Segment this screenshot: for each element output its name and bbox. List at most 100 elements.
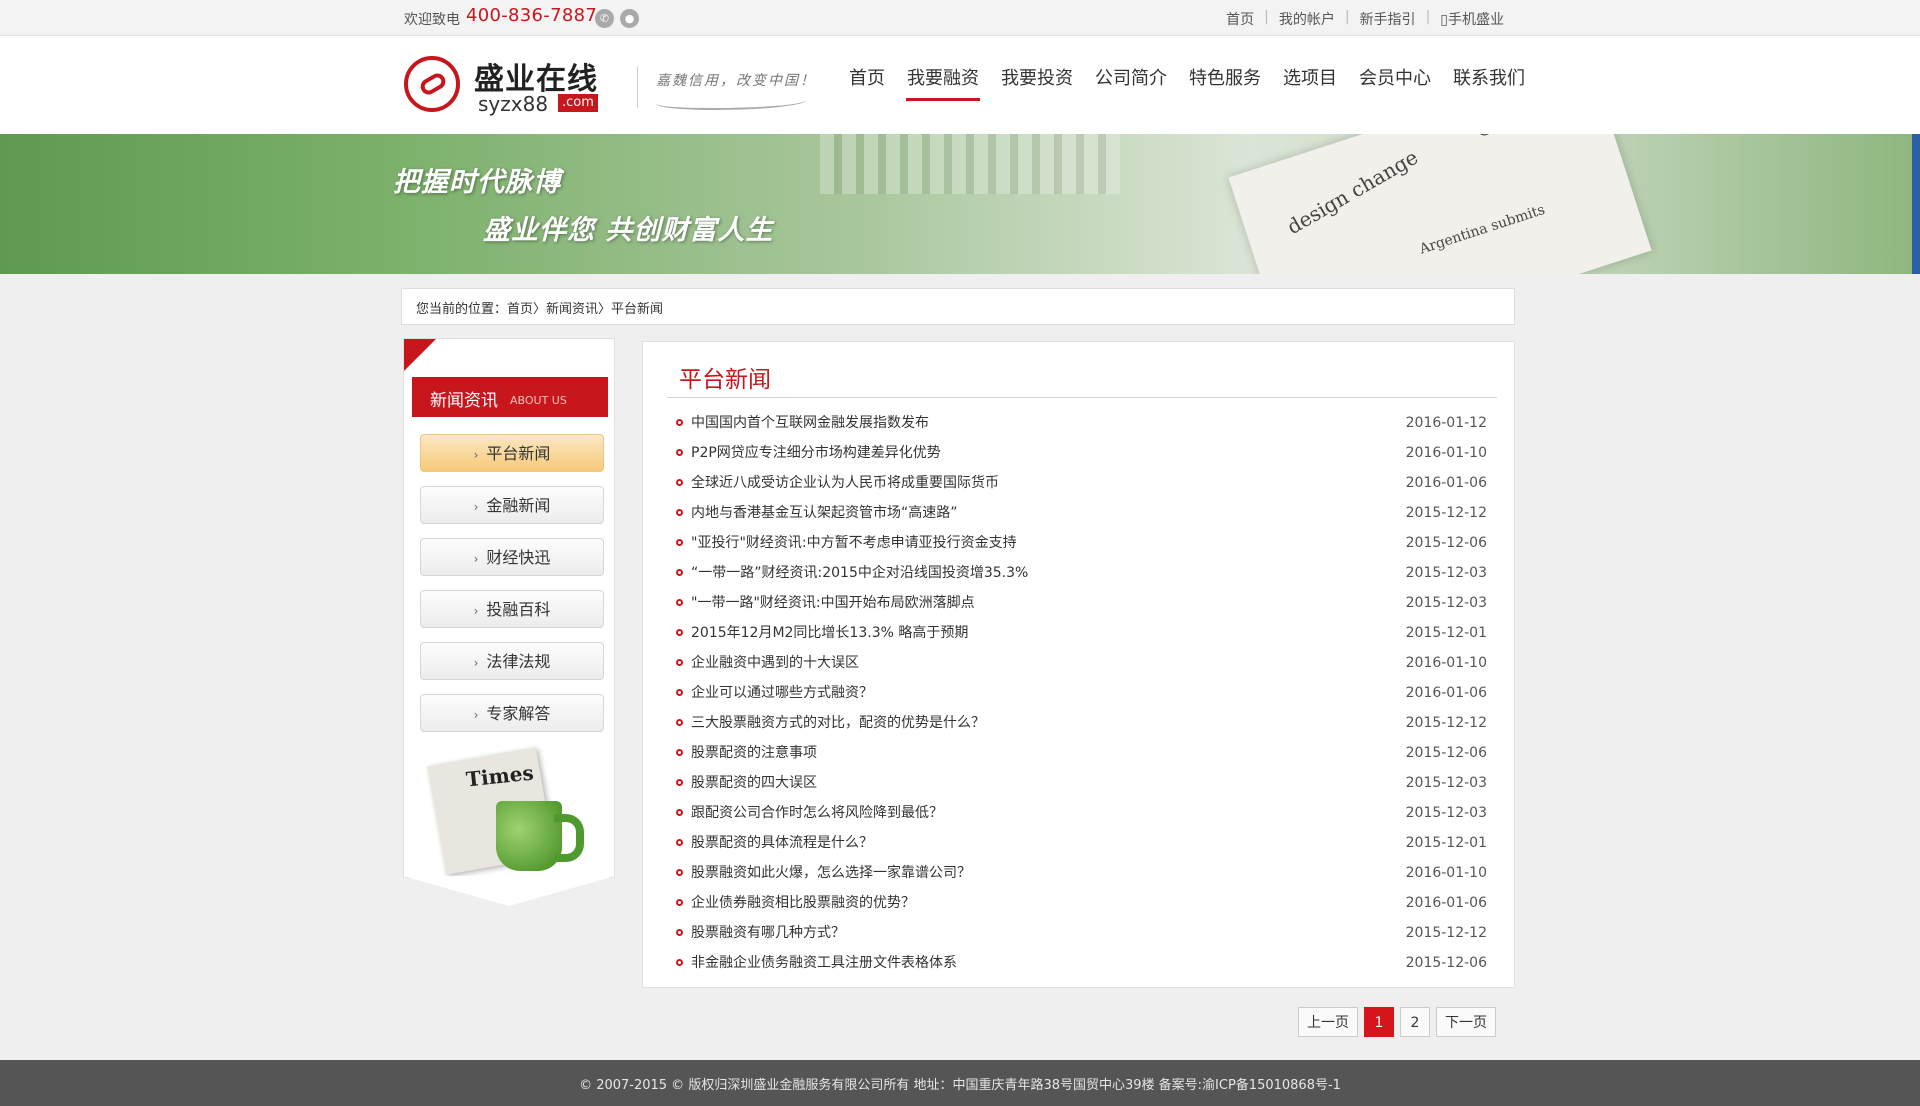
bullet-icon [676, 749, 683, 756]
news-title[interactable]: "一带一路"财经资讯:中国开始布局欧洲落脚点 [691, 588, 975, 618]
bullet-icon [676, 479, 683, 486]
news-title[interactable]: 三大股票融资方式的对比，配资的优势是什么？ [691, 708, 985, 738]
news-item[interactable]: 股票配资的具体流程是什么？ 2015-12-01 [667, 828, 1487, 858]
news-title[interactable]: "亚投行"财经资讯:中方暂不考虑申请亚投行资金支持 [691, 528, 1017, 558]
news-date: 2015-12-12 [1405, 505, 1487, 521]
bullet-icon [676, 629, 683, 636]
news-title[interactable]: 股票融资有哪几种方式？ [691, 918, 845, 948]
news-title[interactable]: 企业可以通过哪些方式融资？ [691, 678, 873, 708]
sidebar-item-experts[interactable]: › 专家解答 [420, 694, 604, 732]
news-item[interactable]: 股票融资如此火爆，怎么选择一家靠谱公司？ 2016-01-10 [667, 858, 1487, 888]
top-link-home[interactable]: 首页 [1216, 9, 1264, 29]
sidebar-item-encyclopedia[interactable]: › 投融百科 [420, 590, 604, 628]
bullet-icon [676, 419, 683, 426]
news-title[interactable]: 非金融企业债务融资工具注册文件表格体系 [691, 948, 957, 978]
nav-member[interactable]: 会员中心 [1350, 64, 1440, 90]
news-title[interactable]: 股票配资的四大误区 [691, 768, 817, 798]
news-item[interactable]: 三大股票融资方式的对比，配资的优势是什么？ 2015-12-12 [667, 708, 1487, 738]
sidebar-item-label: 投融百科 [486, 600, 551, 619]
bullet-icon [676, 599, 683, 606]
news-title[interactable]: 股票配资的具体流程是什么？ [691, 828, 873, 858]
prev-page-button[interactable]: 上一页 [1298, 1007, 1358, 1037]
banner-headline: 把握时代脉博 [393, 167, 561, 198]
top-link-guide[interactable]: 新手指引 [1350, 9, 1426, 29]
pagination: 上一页 1 2 下一页 [1292, 1007, 1496, 1037]
news-item[interactable]: 2015年12月M2同比增长13.3% 略高于预期 2015-12-01 [667, 618, 1487, 648]
sidebar-item-laws[interactable]: › 法律法规 [420, 642, 604, 680]
news-item[interactable]: 企业融资中遇到的十大误区 2016-01-10 [667, 648, 1487, 678]
chevron-right-icon: › [473, 552, 479, 566]
top-link-mobile-label: 手机盛业 [1448, 12, 1504, 28]
bullet-icon [676, 809, 683, 816]
sidebar-item-finance-news[interactable]: › 金融新闻 [420, 486, 604, 524]
nav-contact[interactable]: 联系我们 [1444, 64, 1534, 90]
sidebar-item-label: 金融新闻 [486, 496, 551, 515]
news-title[interactable]: 企业融资中遇到的十大误区 [691, 648, 859, 678]
next-page-button[interactable]: 下一页 [1436, 1007, 1496, 1037]
slogan: 嘉魏信用，改变中国！ [656, 73, 816, 89]
nav-home[interactable]: 首页 [840, 64, 894, 90]
news-title[interactable]: 跟配资公司合作时怎么将风险降到最低？ [691, 798, 943, 828]
chevron-right-icon: › [473, 708, 479, 722]
banner-edge [1912, 134, 1920, 274]
top-links: 首页 | 我的帐户 | 新手指引 | ▯手机盛业 [1216, 9, 1514, 29]
nav-investing[interactable]: 我要投资 [992, 64, 1082, 90]
news-date: 2015-12-06 [1405, 535, 1487, 551]
logo-domain: syzx88 [478, 92, 549, 116]
news-item[interactable]: P2P网贷应专注细分市场构建差异化优势 2016-01-10 [667, 438, 1487, 468]
news-title[interactable]: 中国国内首个互联网金融发展指数发布 [691, 408, 929, 438]
news-item[interactable]: 中国国内首个互联网金融发展指数发布 2016-01-12 [667, 408, 1487, 438]
news-item[interactable]: 股票配资的四大误区 2015-12-03 [667, 768, 1487, 798]
bullet-icon [676, 689, 683, 696]
sidebar-item-platform-news[interactable]: › 平台新闻 [420, 434, 604, 472]
news-item[interactable]: 非金融企业债务融资工具注册文件表格体系 2015-12-06 [667, 948, 1487, 978]
page-1-button[interactable]: 1 [1364, 1007, 1394, 1037]
logo-emblem-icon [404, 56, 460, 112]
page: 欢迎致电 400-836-7887 ✆ ● 首页 | 我的帐户 | 新手指引 |… [0, 0, 1920, 1106]
news-title[interactable]: 2015年12月M2同比增长13.3% 略高于预期 [691, 618, 968, 648]
news-title[interactable]: 全球近八成受访企业认为人民币将成重要国际货币 [691, 468, 999, 498]
news-item[interactable]: 股票融资有哪几种方式？ 2015-12-12 [667, 918, 1487, 948]
news-title[interactable]: 股票融资如此火爆，怎么选择一家靠谱公司？ [691, 858, 971, 888]
breadcrumb-text[interactable]: 您当前的位置：首页〉新闻资讯〉平台新闻 [416, 298, 663, 317]
logo-com-badge: .com [558, 94, 598, 112]
news-item[interactable]: 跟配资公司合作时怎么将风险降到最低？ 2015-12-03 [667, 798, 1487, 828]
qq-icon[interactable]: ● [620, 9, 639, 28]
news-item[interactable]: 全球近八成受访企业认为人民币将成重要国际货币 2016-01-06 [667, 468, 1487, 498]
news-item[interactable]: 企业可以通过哪些方式融资？ 2016-01-06 [667, 678, 1487, 708]
site-logo[interactable]: 盛业在线 syzx88 .com [404, 54, 620, 120]
sidebar-item-flash-news[interactable]: › 财经快迅 [420, 538, 604, 576]
bullet-icon [676, 959, 683, 966]
nav-about[interactable]: 公司简介 [1086, 64, 1176, 90]
nav-services[interactable]: 特色服务 [1180, 64, 1270, 90]
news-date: 2015-12-01 [1405, 625, 1487, 641]
news-date: 2015-12-03 [1405, 775, 1487, 791]
news-item[interactable]: "亚投行"财经资讯:中方暂不考虑申请亚投行资金支持 2015-12-06 [667, 528, 1487, 558]
news-item[interactable]: 内地与香港基金互认架起资管市场“高速路” 2015-12-12 [667, 498, 1487, 528]
news-item[interactable]: 企业债券融资相比股票融资的优势？ 2016-01-06 [667, 888, 1487, 918]
top-link-mobile[interactable]: ▯手机盛业 [1430, 9, 1514, 29]
wechat-icon[interactable]: ✆ [595, 9, 614, 28]
bullet-icon [676, 509, 683, 516]
news-title[interactable]: 内地与香港基金互认架起资管市场“高速路” [691, 498, 958, 528]
banner-building-backdrop [820, 134, 1120, 194]
news-item[interactable]: “一带一路”财经资讯:2015中企对沿线国投资增35.3% 2015-12-03 [667, 558, 1487, 588]
site-footer: © 2007-2015 © 版权归深圳盛业金融服务有限公司所有 地址：中国重庆青… [0, 1060, 1920, 1106]
banner-newspaper-image: design change CEO Argentina submits [1228, 134, 1652, 274]
news-title[interactable]: P2P网贷应专注细分市场构建差异化优势 [691, 438, 941, 468]
news-date: 2016-01-06 [1405, 895, 1487, 911]
news-title[interactable]: “一带一路”财经资讯:2015中企对沿线国投资增35.3% [691, 558, 1028, 588]
nav-financing[interactable]: 我要融资 [898, 64, 988, 101]
bullet-icon [676, 929, 683, 936]
sidebar-corner-ribbon [404, 339, 436, 371]
news-title[interactable]: 企业债券融资相比股票融资的优势？ [691, 888, 915, 918]
nav-projects[interactable]: 选项目 [1274, 64, 1346, 90]
bullet-icon [676, 659, 683, 666]
page-2-button[interactable]: 2 [1400, 1007, 1430, 1037]
news-title[interactable]: 股票配资的注意事项 [691, 738, 817, 768]
news-item[interactable]: 股票配资的注意事项 2015-12-06 [667, 738, 1487, 768]
news-date: 2015-12-12 [1405, 715, 1487, 731]
news-item[interactable]: "一带一路"财经资讯:中国开始布局欧洲落脚点 2015-12-03 [667, 588, 1487, 618]
banner-paper-text: design change [1282, 144, 1422, 240]
top-link-account[interactable]: 我的帐户 [1269, 9, 1345, 29]
